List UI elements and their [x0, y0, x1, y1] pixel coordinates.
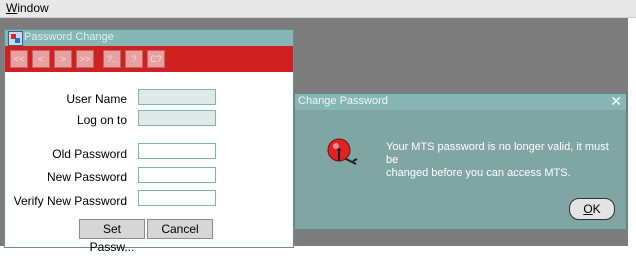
password-change-titlebar[interactable]: Password Change	[5, 30, 293, 46]
menu-bar: Window	[0, 0, 636, 18]
message-text: Your MTS password is no longer valid, it…	[386, 141, 622, 180]
window-menu-mnemonic: W	[6, 1, 18, 15]
window-menu[interactable]: Window	[6, 1, 49, 15]
log-on-to-label: Log on to	[76, 113, 127, 127]
message-line-2: changed before you can access MTS.	[386, 167, 571, 179]
new-password-label: New Password	[46, 170, 127, 184]
change-password-dialog: Change Password ✕ Your MTS password is n…	[294, 93, 627, 230]
next-record-button[interactable]: >	[54, 50, 72, 68]
cancel-button[interactable]: Cancel	[147, 219, 213, 239]
password-change-window: Password Change << < > >> ?.. ? C? User …	[4, 29, 294, 254]
app-icon	[8, 31, 23, 46]
ok-mnemonic: O	[583, 202, 593, 216]
context-help-button[interactable]: C?	[147, 50, 165, 68]
user-name-field	[138, 89, 216, 105]
close-icon[interactable]: ✕	[610, 93, 622, 110]
password-change-title: Password Change	[24, 31, 114, 43]
new-password-field[interactable]	[138, 167, 216, 183]
old-password-field[interactable]	[138, 143, 216, 159]
message-line-1: Your MTS password is no longer valid, it…	[386, 141, 609, 166]
log-on-to-field	[138, 110, 216, 126]
set-password-button[interactable]: Set Passw...	[79, 219, 145, 254]
change-password-title: Change Password	[298, 95, 388, 107]
verify-new-password-field[interactable]	[138, 190, 216, 206]
verify-new-password-label: Verify New Password	[13, 194, 127, 208]
alarm-bell-icon	[327, 138, 358, 165]
ok-label: K	[592, 202, 601, 216]
previous-record-button[interactable]: <	[32, 50, 50, 68]
ok-button[interactable]: OK	[569, 198, 615, 220]
help-button[interactable]: ?	[125, 50, 143, 68]
last-record-button[interactable]: >>	[76, 50, 94, 68]
first-record-button[interactable]: <<	[10, 50, 28, 68]
query-button[interactable]: ?..	[103, 50, 121, 68]
change-password-titlebar[interactable]: Change Password ✕	[295, 93, 626, 110]
user-name-label: User Name	[66, 92, 127, 106]
old-password-label: Old Password	[52, 147, 127, 161]
window-menu-label: indow	[17, 1, 49, 15]
toolbar: << < > >> ?.. ? C?	[5, 46, 293, 72]
